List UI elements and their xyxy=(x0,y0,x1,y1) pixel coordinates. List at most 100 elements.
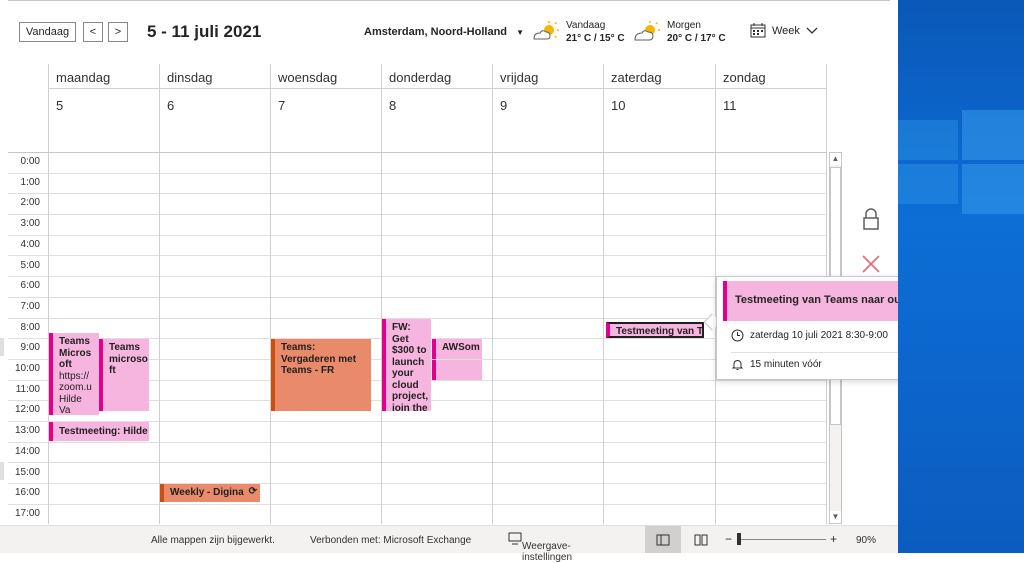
event-line: your xyxy=(392,368,414,379)
zoom-in-button[interactable]: + xyxy=(830,532,837,546)
event-line: $300 to xyxy=(392,345,427,356)
weather-tomorrow-label: Morgen xyxy=(667,20,701,31)
hour-label: 12:00 xyxy=(14,404,40,416)
windows-logo-pane xyxy=(898,164,958,204)
connection-status: Verbonden met: Microsoft Exchange xyxy=(310,535,472,546)
event-line: https:// xyxy=(59,370,90,382)
hour-label: 1:00 xyxy=(20,176,40,188)
day-header-wed[interactable]: woensdag 7 xyxy=(270,64,381,152)
hour-label: 17:00 xyxy=(14,507,40,519)
hour-label: 16:00 xyxy=(14,487,40,499)
day-header-sun[interactable]: zondag 11 xyxy=(715,64,827,152)
day-name: maandag xyxy=(56,70,111,85)
popup-reminder-row: 15 minuten vóór xyxy=(731,358,822,371)
view-label: Week xyxy=(772,24,800,37)
left-edge-tab[interactable] xyxy=(0,338,4,356)
normal-view-icon xyxy=(656,534,670,546)
zoom-level[interactable]: 90% xyxy=(856,535,876,546)
event-thu-fw-get[interactable]: FW: Get $300 to launch your cloud projec… xyxy=(382,319,431,411)
header-divider xyxy=(48,88,827,89)
event-mon-teams-1[interactable]: Teams Micros oft https:// zoom.u Hilde V… xyxy=(49,333,99,415)
day-header-tue[interactable]: dinsdag 6 xyxy=(159,64,270,152)
hour-label: 6:00 xyxy=(20,280,40,292)
hour-row[interactable]: 0:00 xyxy=(8,153,827,174)
day-column-divider xyxy=(492,153,493,524)
view-settings-button[interactable]: Weergave-instellingen xyxy=(508,532,572,563)
lock-icon[interactable] xyxy=(862,208,880,230)
left-edge-tab[interactable] xyxy=(0,462,4,480)
day-column-divider xyxy=(159,153,160,524)
event-tue-weekly[interactable]: Weekly - Digina ⟳ xyxy=(160,484,260,502)
hour-row[interactable]: 15:00 xyxy=(8,464,827,485)
event-mon-testmeeting[interactable]: Testmeeting: Hilde xyxy=(49,422,149,441)
time-grid[interactable]: 0:00 1:00 2:00 3:00 4:00 5:00 6:00 7:00 … xyxy=(8,152,827,524)
day-number: 6 xyxy=(167,98,175,113)
event-line: zoom.u xyxy=(59,382,92,393)
day-header-fri[interactable]: vrijdag 9 xyxy=(492,64,603,152)
event-mon-teams-2[interactable]: Teams microso ft xyxy=(99,339,149,411)
day-header-thu[interactable]: donderdag 8 xyxy=(381,64,492,152)
hour-row[interactable]: 1:00 xyxy=(8,174,827,195)
popup-time-row: zaterdag 10 juli 2021 8:30-9:00 xyxy=(731,329,888,342)
hour-row[interactable]: 14:00 xyxy=(8,443,827,464)
view-selector[interactable]: Week xyxy=(750,23,818,38)
delete-x-icon[interactable] xyxy=(861,254,881,274)
event-line: Teams xyxy=(109,342,140,353)
windows-logo-pane xyxy=(962,110,1024,160)
scroll-down-icon[interactable]: ▼ xyxy=(830,511,841,523)
event-line: launch xyxy=(392,356,425,368)
view-settings-label: Weergave-instellingen xyxy=(522,541,573,563)
hour-label: 2:00 xyxy=(20,197,40,209)
hour-label: 3:00 xyxy=(20,218,40,230)
event-thu-awsom[interactable]: AWSom xyxy=(432,339,482,359)
day-header-sat[interactable]: zaterdag 10 xyxy=(603,64,715,152)
weather-tomorrow-temps: 20° C / 17° C xyxy=(667,33,726,44)
day-number: 9 xyxy=(500,98,508,113)
popup-reminder: 15 minuten vóór xyxy=(750,359,822,370)
day-name: dinsdag xyxy=(167,70,213,85)
hour-row[interactable]: 16:00 xyxy=(8,484,827,505)
day-column-divider xyxy=(603,153,604,524)
chevron-down-icon xyxy=(806,27,818,34)
event-line: oft xyxy=(59,359,72,370)
date-range-title: 5 - 11 juli 2021 xyxy=(147,22,262,41)
status-bar: Alle mappen zijn bijgewerkt. Verbonden m… xyxy=(0,525,898,563)
hour-label: 13:00 xyxy=(14,425,40,437)
hour-row[interactable]: 6:00 xyxy=(8,277,827,298)
recurring-icon: ⟳ xyxy=(248,486,257,497)
event-line: Weekly - Digina xyxy=(170,487,244,498)
day-number: 5 xyxy=(56,98,64,113)
hour-label: 14:00 xyxy=(14,445,40,457)
popup-time: zaterdag 10 juli 2021 8:30-9:00 xyxy=(750,330,888,341)
day-header-mon[interactable]: maandag 5 xyxy=(48,64,159,152)
hour-row[interactable]: 17:00 xyxy=(8,505,827,524)
hour-row[interactable]: 5:00 xyxy=(8,257,827,278)
partly-sunny-icon xyxy=(533,21,559,40)
windows-logo-pane xyxy=(962,164,1024,214)
event-sat-testmeeting-selected[interactable]: Testmeeting van T xyxy=(606,322,704,338)
top-divider xyxy=(8,0,890,1)
prev-week-button[interactable]: < xyxy=(83,22,103,42)
next-week-button[interactable]: > xyxy=(108,22,128,42)
dropdown-arrow-icon: ▼ xyxy=(516,28,524,37)
day-name: woensdag xyxy=(278,70,338,85)
event-thu-awsom-2[interactable] xyxy=(432,360,482,380)
zoom-out-button[interactable]: − xyxy=(725,532,732,546)
day-name: donderdag xyxy=(389,70,452,85)
today-button[interactable]: Vandaag xyxy=(19,22,76,42)
zoom-slider-track[interactable] xyxy=(738,539,826,540)
hour-row[interactable]: 4:00 xyxy=(8,236,827,257)
reading-view-icon[interactable] xyxy=(694,534,708,546)
hour-row[interactable]: 7:00 xyxy=(8,298,827,319)
zoom-slider-thumb[interactable] xyxy=(737,533,741,545)
event-line: Testmeeting: Hilde xyxy=(59,426,148,437)
event-line: join the xyxy=(392,402,428,412)
hour-row[interactable]: 2:00 xyxy=(8,194,827,216)
hour-label: 8:00 xyxy=(20,321,40,333)
normal-view-button[interactable] xyxy=(645,526,681,553)
location-selector[interactable]: Amsterdam, Noord-Holland ▼ xyxy=(364,26,524,38)
hour-row[interactable]: 3:00 xyxy=(8,215,827,236)
event-line: ft xyxy=(109,365,116,376)
scroll-up-icon[interactable]: ▲ xyxy=(830,153,841,165)
event-wed-teams[interactable]: Teams: Vergaderen met Teams - FR xyxy=(271,339,371,411)
